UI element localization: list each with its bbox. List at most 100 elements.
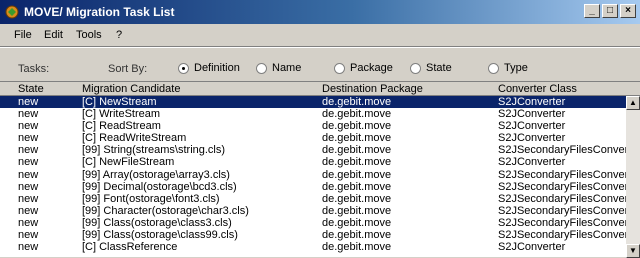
table-row[interactable]: new [99] Decimal(ostorage\bcd3.cls) de.geb… xyxy=(0,181,626,193)
row-converter: S2JConverter xyxy=(498,96,566,108)
row-state: new xyxy=(18,168,39,181)
row-converter: S2JConverter xyxy=(498,108,566,121)
sort-name-label: Name xyxy=(272,62,302,74)
task-table: State Migration Candidate Destination Pa… xyxy=(0,81,640,258)
vertical-scrollbar[interactable]: ▲ ▼ xyxy=(626,96,640,258)
sort-definition-label: Definition xyxy=(194,62,240,74)
radio-unchecked-icon xyxy=(488,62,499,74)
sort-type-radio[interactable]: Type xyxy=(488,62,528,74)
row-state: new xyxy=(18,192,39,205)
row-candidate: [99] Decimal(ostorage\bcd3.cls) xyxy=(82,180,237,193)
row-package: de.gebit.move xyxy=(322,241,392,254)
table-row[interactable]: new [99] String(streams\string.cls) de.geb… xyxy=(0,144,626,156)
row-state: new xyxy=(18,229,39,242)
row-converter: S2JSecondaryFilesConvert xyxy=(498,168,626,181)
menu-separator xyxy=(0,46,640,48)
row-converter: S2JSecondaryFilesConvert xyxy=(498,180,626,193)
scroll-up-icon[interactable]: ▲ xyxy=(626,96,640,110)
row-converter: S2JConverter xyxy=(498,156,566,169)
menu-bar: File Edit Tools ? xyxy=(0,26,640,44)
row-state: new xyxy=(18,156,39,169)
sort-definition-radio[interactable]: Definition xyxy=(178,62,240,74)
sort-package-radio[interactable]: Package xyxy=(334,62,393,74)
sort-by-label: Sort By: xyxy=(108,63,148,75)
sort-package-label: Package xyxy=(350,62,393,74)
minimize-button[interactable]: _ xyxy=(584,4,600,18)
table-row[interactable]: new [99] Class(ostorage\class99.cls) de.ge… xyxy=(0,229,626,241)
table-row[interactable]: new [C] NewFileStream de.gebit.move S2JConv… xyxy=(0,156,626,168)
table-row[interactable]: new [C] NewStream de.gebit.move S2JConverte… xyxy=(0,96,626,109)
row-state: new xyxy=(18,132,39,145)
row-converter: S2JConverter xyxy=(498,120,566,133)
column-header-candidate[interactable]: Migration Candidate xyxy=(82,83,180,95)
row-package: de.gebit.move xyxy=(322,180,392,193)
table-row[interactable]: new [C] ReadWriteStream de.gebit.move S2JCo… xyxy=(0,132,626,144)
row-candidate: [99] Array(ostorage\array3.cls) xyxy=(82,168,230,181)
row-package: de.gebit.move xyxy=(322,96,392,108)
table-row[interactable]: new [99] Font(ostorage\font3.cls) de.gebit… xyxy=(0,193,626,205)
row-package: de.gebit.move xyxy=(322,204,392,217)
table-row[interactable]: new [C] WriteStream de.gebit.move S2JConver… xyxy=(0,108,626,120)
radio-unchecked-icon xyxy=(410,62,421,74)
table-row[interactable]: new [99] Array(ostorage\array3.cls) de.geb… xyxy=(0,169,626,181)
column-header-converter[interactable]: Converter Class xyxy=(498,83,577,95)
row-candidate: [99] Class(ostorage\class3.cls) xyxy=(82,216,232,229)
maximize-button[interactable]: □ xyxy=(602,4,618,18)
row-state: new xyxy=(18,180,39,193)
scroll-down-icon[interactable]: ▼ xyxy=(626,244,640,258)
row-candidate: [99] Class(ostorage\class99.cls) xyxy=(82,229,238,242)
table-row[interactable]: new [C] ReadStream de.gebit.move S2JConvert… xyxy=(0,120,626,132)
row-package: de.gebit.move xyxy=(322,192,392,205)
row-converter: S2JConverter xyxy=(498,241,566,254)
radio-unchecked-icon xyxy=(256,62,267,74)
row-state: new xyxy=(18,96,39,108)
row-converter: S2JSecondaryFilesConvert xyxy=(498,192,626,205)
row-candidate: [C] ReadStream xyxy=(82,120,161,133)
radio-unchecked-icon xyxy=(334,62,345,74)
row-state: new xyxy=(18,108,39,121)
row-state: new xyxy=(18,241,39,254)
row-package: de.gebit.move xyxy=(322,229,392,242)
row-converter: S2JSecondaryFilesConvert xyxy=(498,204,626,217)
row-state: new xyxy=(18,144,39,157)
table-row[interactable]: new [99] Class(ostorage\class3.cls) de.geb… xyxy=(0,217,626,229)
table-body: new [C] NewStream de.gebit.move S2JConverte… xyxy=(0,96,626,253)
menu-file[interactable]: File xyxy=(14,29,32,41)
row-package: de.gebit.move xyxy=(322,120,392,133)
row-converter: S2JSecondaryFilesConvert xyxy=(498,229,626,242)
row-package: de.gebit.move xyxy=(322,144,392,157)
menu-help[interactable]: ? xyxy=(116,29,122,41)
table-row[interactable]: new [99] Character(ostorage\char3.cls) de.… xyxy=(0,205,626,217)
row-converter: S2JSecondaryFilesConvert xyxy=(498,216,626,229)
sort-bar: Tasks: Sort By: Definition Name Package … xyxy=(0,60,640,78)
table-header: State Migration Candidate Destination Pa… xyxy=(0,82,640,96)
row-package: de.gebit.move xyxy=(322,108,392,121)
sort-state-label: State xyxy=(426,62,452,74)
column-header-state[interactable]: State xyxy=(18,83,44,95)
row-candidate: [99] Font(ostorage\font3.cls) xyxy=(82,192,220,205)
sort-name-radio[interactable]: Name xyxy=(256,62,301,74)
row-package: de.gebit.move xyxy=(322,168,392,181)
table-row[interactable]: new [C] ClassReference de.gebit.move S2JCon… xyxy=(0,241,626,253)
menu-edit[interactable]: Edit xyxy=(44,29,63,41)
close-button[interactable]: × xyxy=(620,4,636,18)
row-candidate: [C] NewFileStream xyxy=(82,156,175,169)
sort-type-label: Type xyxy=(504,62,528,74)
radio-checked-icon xyxy=(178,62,189,74)
title-bar: MOVE/ Migration Task List _ □ × xyxy=(0,0,640,24)
row-candidate: [C] NewStream xyxy=(82,96,157,108)
row-candidate: [C] WriteStream xyxy=(82,108,161,121)
row-package: de.gebit.move xyxy=(322,216,392,229)
row-candidate: [C] ReadWriteStream xyxy=(82,132,187,145)
app-icon xyxy=(5,5,19,19)
row-candidate: [99] Character(ostorage\char3.cls) xyxy=(82,204,249,217)
row-package: de.gebit.move xyxy=(322,156,392,169)
sort-state-radio[interactable]: State xyxy=(410,62,452,74)
tasks-label: Tasks: xyxy=(18,63,50,75)
row-state: new xyxy=(18,204,39,217)
menu-tools[interactable]: Tools xyxy=(76,29,102,41)
row-state: new xyxy=(18,120,39,133)
row-converter: S2JConverter xyxy=(498,132,566,145)
row-candidate: [C] ClassReference xyxy=(82,241,178,254)
column-header-package[interactable]: Destination Package xyxy=(322,83,423,95)
